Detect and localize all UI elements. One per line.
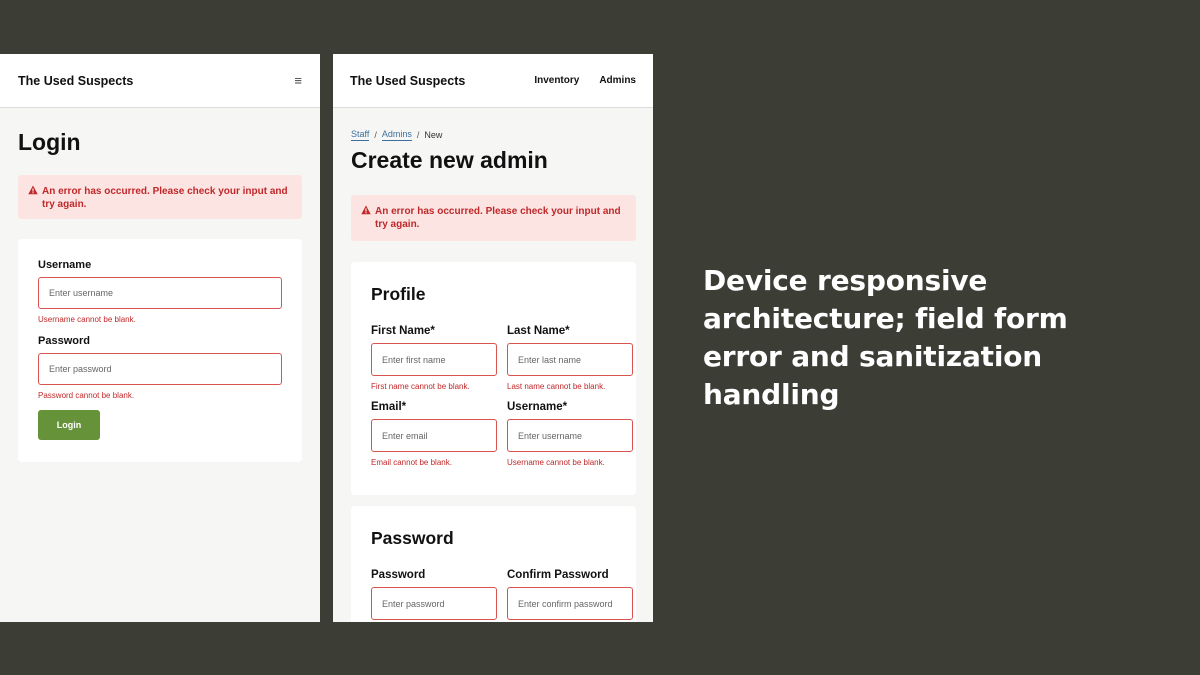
- last-name-label: Last Name*: [507, 325, 570, 337]
- password-input[interactable]: [38, 353, 282, 385]
- confirm-password-label: Confirm Password: [507, 569, 609, 581]
- main-nav: Inventory Admins: [534, 75, 636, 86]
- error-alert: An error has occurred. Please check your…: [351, 195, 636, 241]
- username-label: Username*: [507, 401, 568, 413]
- confirm-password-field: Confirm Password: [507, 569, 633, 620]
- top-bar: The Used Suspects Inventory Admins: [333, 54, 653, 108]
- brand-logo[interactable]: The Used Suspects: [18, 74, 133, 88]
- login-form: Username Username cannot be blank. Passw…: [18, 239, 302, 462]
- section-heading-password: Password: [371, 528, 454, 548]
- alert-text: An error has occurred. Please check your…: [375, 206, 621, 230]
- brand-logo[interactable]: The Used Suspects: [350, 74, 465, 88]
- first-name-field: First Name* First name cannot be blank.: [371, 325, 497, 391]
- profile-section: Profile First Name* First name cannot be…: [351, 262, 636, 495]
- nav-item-inventory[interactable]: Inventory: [534, 75, 579, 86]
- create-admin-screen: The Used Suspects Inventory Admins Staff…: [333, 54, 653, 622]
- first-name-label: First Name*: [371, 325, 435, 337]
- password-input[interactable]: [371, 587, 497, 620]
- nav-item-admins[interactable]: Admins: [599, 75, 636, 86]
- mobile-login-screen: The Used Suspects ≡ Login An error has o…: [0, 54, 320, 622]
- email-field: Email* Email cannot be blank.: [371, 401, 497, 467]
- breadcrumb-admins[interactable]: Admins: [381, 129, 412, 141]
- email-label: Email*: [371, 401, 407, 413]
- username-input[interactable]: [507, 419, 633, 452]
- last-name-input[interactable]: [507, 343, 633, 376]
- breadcrumb-current: New: [424, 130, 443, 140]
- password-section: Password Password Confirm Password: [351, 506, 636, 622]
- warning-icon: [28, 185, 38, 195]
- caption-text: Device responsive architecture; field fo…: [703, 264, 1068, 411]
- first-name-input[interactable]: [371, 343, 497, 376]
- section-heading-profile: Profile: [371, 284, 426, 304]
- confirm-password-input[interactable]: [507, 587, 633, 620]
- last-name-field: Last Name* Last name cannot be blank.: [507, 325, 633, 391]
- breadcrumb: Staff / Admins / New: [351, 129, 635, 141]
- username-field: Username* Username cannot be blank.: [507, 401, 633, 467]
- breadcrumb-separator: /: [374, 130, 377, 140]
- email-error: Email cannot be blank.: [371, 458, 452, 467]
- username-label: Username: [38, 259, 92, 271]
- email-input[interactable]: [371, 419, 497, 452]
- alert-text: An error has occurred. Please check your…: [42, 186, 288, 210]
- last-name-error: Last name cannot be blank.: [507, 382, 606, 391]
- username-error: Username cannot be blank.: [38, 315, 136, 324]
- breadcrumb-separator: /: [416, 130, 420, 140]
- username-input[interactable]: [38, 277, 282, 309]
- username-error: Username cannot be blank.: [507, 458, 605, 467]
- password-field: Password: [371, 569, 497, 620]
- error-alert: An error has occurred. Please check your…: [18, 175, 302, 219]
- warning-icon: [361, 205, 371, 215]
- page-title: Login: [18, 129, 81, 155]
- first-name-error: First name cannot be blank.: [371, 382, 470, 391]
- breadcrumb-staff[interactable]: Staff: [351, 129, 370, 141]
- top-bar: The Used Suspects ≡: [0, 54, 320, 108]
- login-button[interactable]: Login: [38, 410, 100, 440]
- hamburger-icon[interactable]: ≡: [294, 73, 302, 88]
- password-error: Password cannot be blank.: [38, 391, 135, 400]
- page-title: Create new admin: [351, 147, 548, 173]
- password-label: Password: [38, 335, 90, 347]
- password-label: Password: [371, 569, 426, 581]
